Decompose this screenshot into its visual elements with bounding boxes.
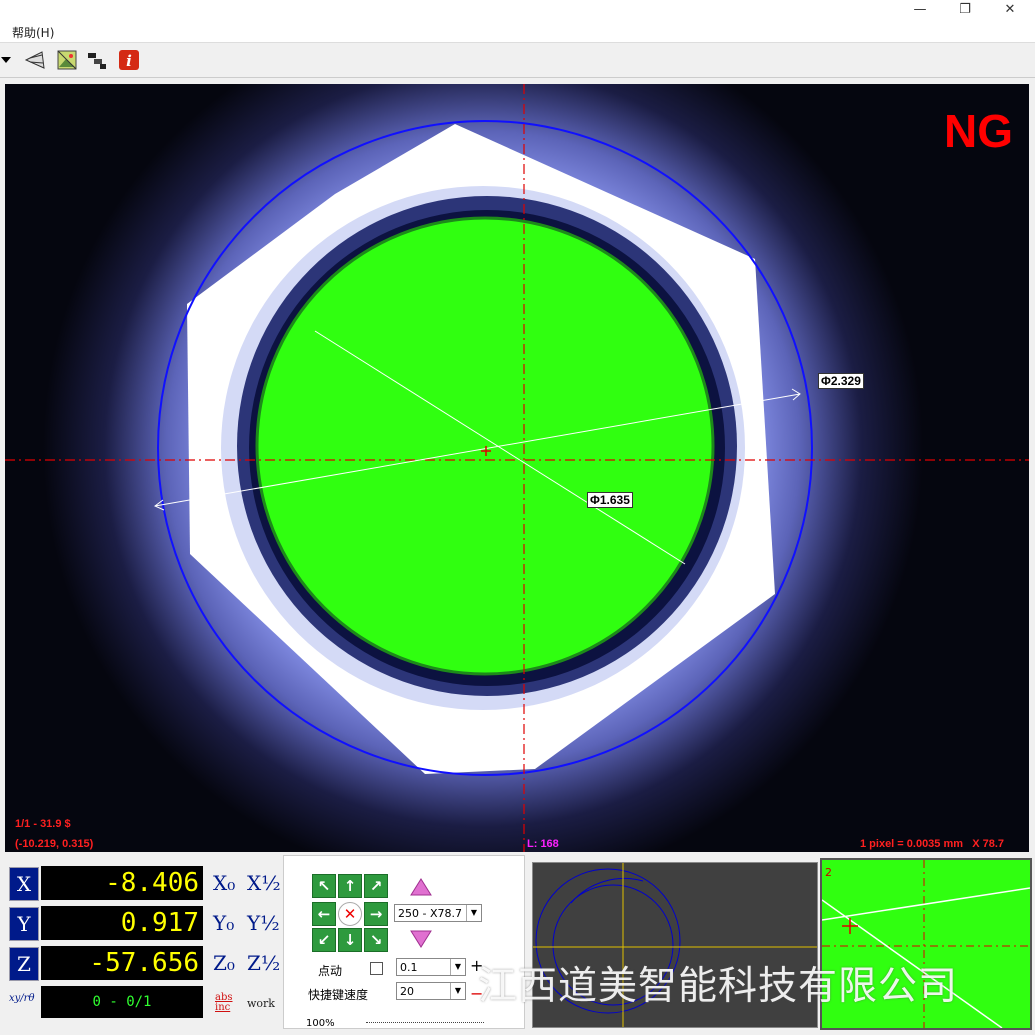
arrow-down-right-button[interactable]: ↘	[364, 928, 388, 952]
ng-status: NG	[944, 105, 1013, 157]
dropdown-arrow-icon[interactable]	[0, 55, 12, 65]
minimize-button[interactable]: —	[900, 0, 940, 20]
stop-button[interactable]: ✕	[338, 902, 362, 926]
outer-diameter-label: Φ2.329	[818, 373, 864, 389]
info-icon[interactable]: i	[118, 49, 140, 71]
close-button[interactable]: ✕	[990, 0, 1030, 20]
x-zero-button[interactable]: X₀	[213, 871, 235, 895]
y-half-button[interactable]: Y½	[247, 911, 280, 935]
arrow-down-left-button[interactable]: ↙	[312, 928, 336, 952]
abs-inc-toggle[interactable]: abs inc	[215, 993, 233, 1013]
chevron-down-icon: ▼	[450, 959, 465, 975]
y-value: 0.917	[41, 906, 203, 940]
arrow-up-right-button[interactable]: ↗	[364, 874, 388, 898]
toolbar: i	[0, 42, 1035, 78]
company-watermark: 江西道美智能科技有限公司	[478, 964, 959, 1009]
arrow-right-button[interactable]: →	[364, 902, 388, 926]
title-bar: — ❐ ✕	[0, 0, 1035, 22]
light-slider[interactable]	[366, 1016, 484, 1023]
camera-view[interactable]: NG Φ2.329 Φ1.635 1/1 - 31.9 $ (-10.219, …	[5, 84, 1029, 852]
jog-checkbox[interactable]	[370, 962, 383, 975]
z-up-icon[interactable]	[410, 878, 432, 896]
zoom-select-value: 250 - X78.7	[398, 907, 462, 920]
arrow-up-button[interactable]: ↑	[338, 874, 362, 898]
inner-diameter-label: Φ1.635	[587, 492, 633, 508]
z-zero-button[interactable]: Z₀	[213, 951, 235, 975]
arrow-up-left-button[interactable]: ↖	[312, 874, 336, 898]
cursor-coords: (-10.219, 0.315)	[15, 838, 94, 850]
jog-step-select[interactable]: 0.1 ▼	[396, 958, 466, 976]
z-value: -57.656	[41, 946, 203, 980]
speed-label: 快捷键速度	[308, 988, 369, 1002]
chevron-down-icon: ▼	[450, 983, 465, 999]
y-axis-label: Y	[9, 907, 39, 941]
arrow-down-button[interactable]: ↓	[338, 928, 362, 952]
menu-help[interactable]: 帮助(H)	[12, 24, 54, 41]
dro-panel: X -8.406 X₀ X½ Y 0.917 Y₀ Y½ Z -57.656 Z…	[5, 855, 281, 1027]
light-percent: 100%	[306, 1018, 335, 1029]
x-half-button[interactable]: X½	[247, 871, 281, 895]
x-value: -8.406	[41, 866, 203, 900]
camera-image	[5, 84, 1029, 852]
work-button[interactable]: work	[247, 997, 275, 1010]
speed-select[interactable]: 20 ▼	[396, 982, 466, 1000]
arrow-left-button[interactable]: ←	[312, 902, 336, 926]
chevron-down-icon: ▼	[466, 905, 481, 921]
image-icon[interactable]	[56, 49, 78, 71]
x-axis-label: X	[9, 867, 39, 901]
z-axis-label: Z	[9, 947, 39, 981]
restore-button[interactable]: ❐	[945, 0, 985, 20]
y-zero-button[interactable]: Y₀	[213, 911, 234, 935]
frame-info: 1/1 - 31.9 $	[15, 818, 71, 830]
mode-toggle[interactable]: xy/rθ	[9, 993, 39, 1004]
measure-tool-icon[interactable]	[24, 49, 46, 71]
z-down-icon[interactable]	[410, 930, 432, 948]
jog-label: 点动	[318, 964, 343, 978]
zoom-select[interactable]: 250 - X78.7 ▼	[394, 904, 482, 922]
z-half-button[interactable]: Z½	[247, 951, 280, 975]
preview-index: 2	[825, 866, 832, 879]
svg-text:i: i	[126, 52, 132, 70]
counter-display: 0 - 0/1	[41, 986, 203, 1018]
menu-bar: 帮助(H)	[0, 22, 1035, 42]
step-icon[interactable]	[86, 49, 108, 71]
inc-label: inc	[215, 1002, 231, 1013]
length-readout: L: 168	[527, 838, 559, 850]
speed-value: 20	[400, 985, 414, 998]
scale-readout: 1 pixel = 0.0035 mm X 78.7	[860, 838, 1005, 850]
jog-step-value: 0.1	[400, 961, 418, 974]
